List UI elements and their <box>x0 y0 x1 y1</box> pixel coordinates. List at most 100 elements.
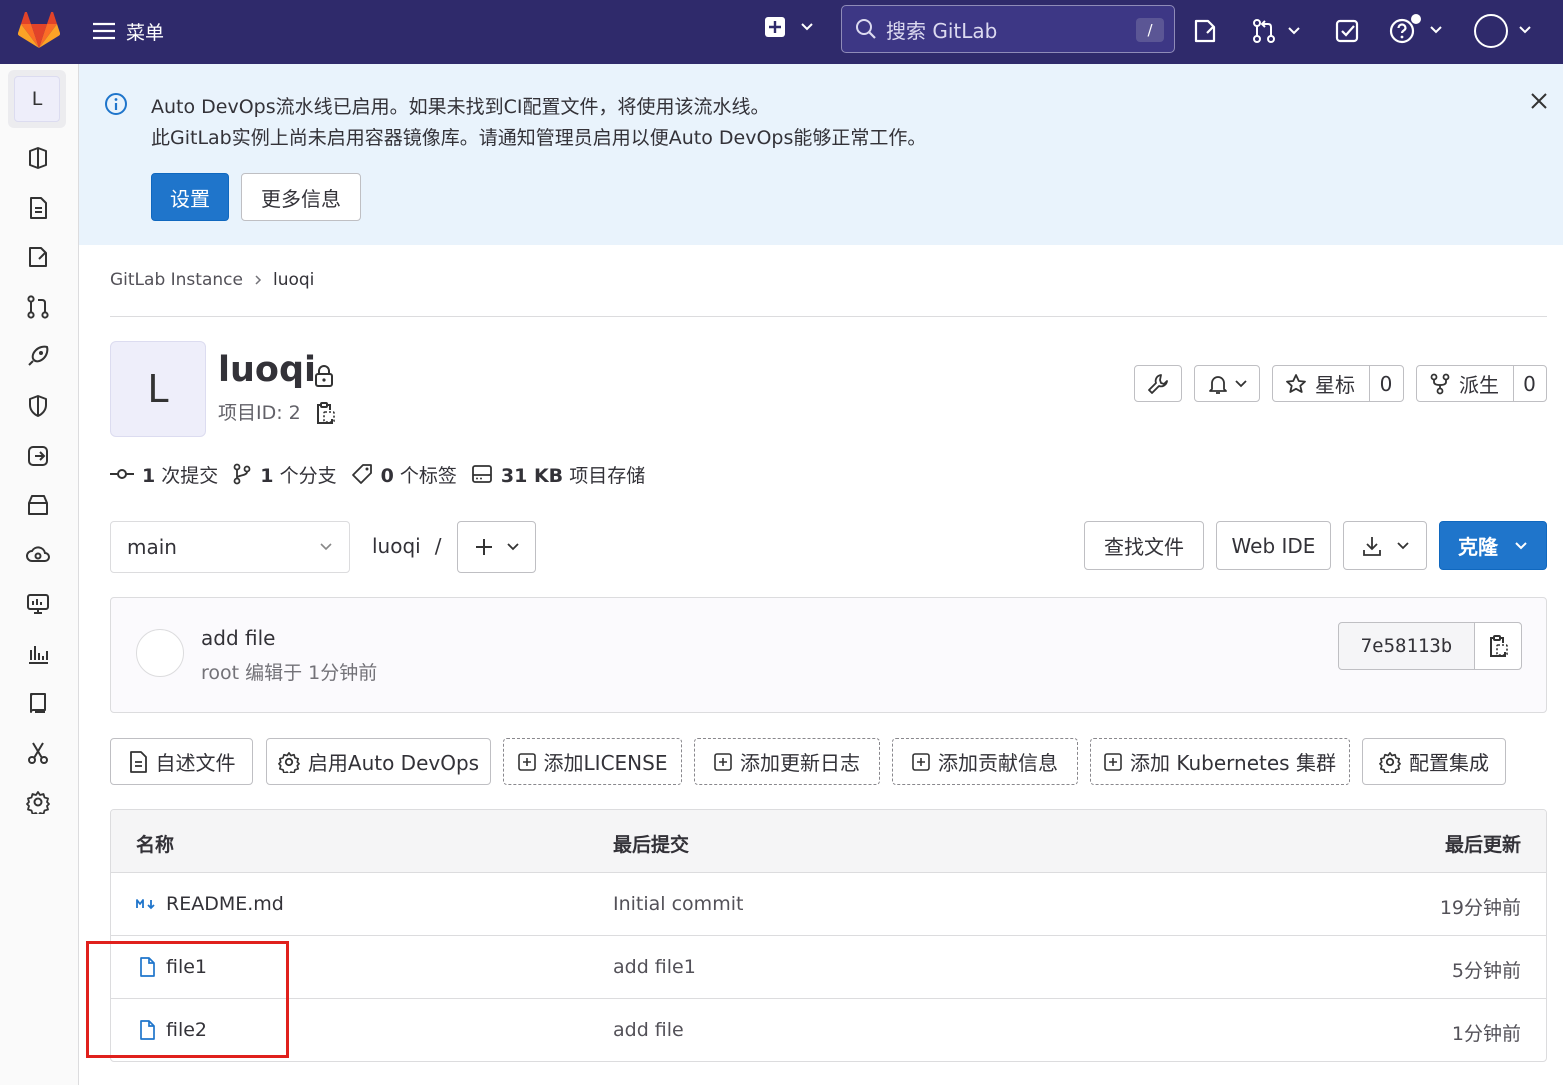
file-updated-time: 1分钟前 <box>1451 1023 1521 1045</box>
clone-button[interactable]: 克隆 <box>1439 521 1547 570</box>
project-overview-icon[interactable] <box>26 146 50 170</box>
sidebar-project-badge[interactable]: L <box>8 70 66 128</box>
path-root-link[interactable]: luoqi <box>372 534 421 558</box>
issues-nav-icon[interactable] <box>1192 18 1218 44</box>
add-changelog-button[interactable]: 添加更新日志 <box>694 738 880 785</box>
alert-line-1: Auto DevOps流水线已启用。如果未找到CI配置文件，将使用该流水线。 <box>151 96 770 118</box>
add-contributing-label: 添加贡献信息 <box>938 751 1058 775</box>
project-avatar: L <box>110 341 206 437</box>
file-commit-message[interactable]: add file1 <box>613 956 696 978</box>
create-new-button[interactable] <box>764 16 814 38</box>
divider <box>110 316 1547 317</box>
download-button[interactable] <box>1343 521 1427 570</box>
plus-square-icon <box>517 752 536 771</box>
deployments-icon[interactable] <box>26 444 50 468</box>
notification-button[interactable] <box>1194 365 1260 402</box>
chevron-down-icon <box>506 543 519 551</box>
add-to-tree-button[interactable] <box>457 521 536 573</box>
table-row[interactable]: file1 add file1 5分钟前 <box>111 936 1546 999</box>
fork-button[interactable]: 派生 0 <box>1416 365 1547 402</box>
copy-id-icon[interactable] <box>314 401 336 425</box>
analytics-icon[interactable] <box>26 642 50 666</box>
help-nav-button[interactable] <box>1389 14 1443 46</box>
merge-requests-icon[interactable] <box>26 295 50 319</box>
branch-name: main <box>127 535 177 559</box>
auto-devops-label: 启用Auto DevOps <box>307 751 480 775</box>
more-info-button[interactable]: 更多信息 <box>241 173 361 221</box>
commits-label: 次提交 <box>161 464 219 487</box>
wiki-icon[interactable] <box>26 691 50 715</box>
commit-title[interactable]: add file <box>201 626 275 650</box>
storage-icon <box>471 465 492 483</box>
file-commit-message[interactable]: add file <box>613 1019 684 1041</box>
infrastructure-icon[interactable] <box>26 543 50 567</box>
menu-label: 菜单 <box>126 21 165 44</box>
commits-count: 1 <box>142 464 156 487</box>
web-ide-button[interactable]: Web IDE <box>1216 521 1331 570</box>
file-updated-time: 19分钟前 <box>1439 897 1521 919</box>
settings-button[interactable]: 设置 <box>151 173 229 221</box>
add-license-button[interactable]: 添加LICENSE <box>503 738 682 785</box>
enable-auto-devops-button[interactable]: 启用Auto DevOps <box>266 738 491 785</box>
tags-count: 0 <box>380 464 394 487</box>
branches-stat[interactable]: 1 个分支 <box>232 461 337 488</box>
star-count[interactable]: 0 <box>1369 372 1403 396</box>
close-icon[interactable] <box>1529 91 1549 111</box>
security-icon[interactable] <box>26 394 50 418</box>
repository-icon[interactable] <box>26 196 50 220</box>
top-navbar: 菜单 搜索 GitLab / <box>0 0 1563 64</box>
settings-icon[interactable] <box>26 790 50 814</box>
commit-sha[interactable]: 7e58113b <box>1339 623 1475 669</box>
chevron-right-icon <box>255 275 262 285</box>
add-kubernetes-cluster-button[interactable]: 添加 Kubernetes 集群 <box>1090 738 1350 785</box>
search-placeholder: 搜索 GitLab <box>886 18 998 43</box>
user-menu-chevron-icon[interactable] <box>1518 25 1532 35</box>
packages-icon[interactable] <box>26 493 50 517</box>
file-tree-table: 名称 最后提交 最后更新 README.md Initial commit 19… <box>110 809 1547 1062</box>
commits-stat[interactable]: 1 次提交 <box>110 461 218 488</box>
fork-label: 派生 <box>1459 373 1499 397</box>
tags-stat[interactable]: 0 个标签 <box>351 461 457 488</box>
storage-stat[interactable]: 31 KB 项目存储 <box>471 461 645 488</box>
user-avatar[interactable] <box>1474 14 1508 48</box>
menu-button[interactable]: 菜单 <box>92 16 164 46</box>
file-name-cell[interactable]: README.md <box>136 893 284 915</box>
chevron-down-icon <box>320 543 332 551</box>
commit-author-avatar[interactable] <box>136 629 184 677</box>
monitor-icon[interactable] <box>26 592 50 616</box>
star-button[interactable]: 星标 0 <box>1272 365 1404 402</box>
readme-label: 自述文件 <box>155 751 236 775</box>
gitlab-logo-icon[interactable] <box>18 12 60 50</box>
branch-selector[interactable]: main <box>110 521 350 573</box>
search-input[interactable]: 搜索 GitLab / <box>841 5 1175 53</box>
cicd-icon[interactable] <box>26 344 50 368</box>
breadcrumb-parent[interactable]: GitLab Instance <box>110 270 243 290</box>
merge-requests-nav-button[interactable] <box>1251 18 1301 44</box>
tag-icon <box>351 464 372 484</box>
copy-sha-icon[interactable] <box>1475 623 1521 669</box>
plus-icon <box>475 539 492 555</box>
snippets-icon[interactable] <box>26 741 50 765</box>
table-row[interactable]: README.md Initial commit 19分钟前 <box>111 873 1546 936</box>
breadcrumb-current[interactable]: luoqi <box>273 270 314 290</box>
repo-path: luoqi / <box>372 534 441 558</box>
find-file-button[interactable]: 查找文件 <box>1084 521 1204 570</box>
readme-button[interactable]: 自述文件 <box>110 738 253 785</box>
markdown-icon <box>136 899 155 910</box>
file-commit-message[interactable]: Initial commit <box>613 893 743 915</box>
file-name[interactable]: README.md <box>166 893 284 915</box>
plus-square-icon <box>765 17 785 37</box>
issues-icon[interactable] <box>26 245 50 269</box>
project-settings-button[interactable] <box>1134 365 1182 402</box>
table-row[interactable]: file2 add file 1分钟前 <box>111 999 1546 1061</box>
left-sidebar: L <box>0 64 79 1085</box>
add-contributing-button[interactable]: 添加贡献信息 <box>892 738 1078 785</box>
fork-count[interactable]: 0 <box>1513 372 1546 396</box>
configure-integrations-button[interactable]: 配置集成 <box>1362 738 1506 785</box>
plus-square-icon <box>1104 752 1122 771</box>
fork-icon <box>1430 373 1450 394</box>
auto-devops-alert: Auto DevOps流水线已启用。如果未找到CI配置文件，将使用该流水线。 此… <box>79 64 1563 245</box>
commit-meta: root 编辑于 1分钟前 <box>201 662 378 684</box>
project-stats: 1 次提交 1 个分支 0 个标签 31 KB 项目存储 <box>110 459 659 489</box>
todo-nav-icon[interactable] <box>1334 18 1360 44</box>
